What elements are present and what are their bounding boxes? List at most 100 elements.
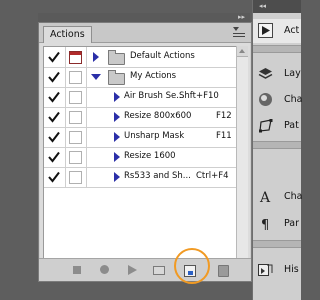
expand-arrow-icon[interactable] [114, 92, 120, 102]
action-label: Air Brush Se... [124, 91, 185, 101]
play-icon [258, 23, 273, 38]
dialog-toggle-icon[interactable] [69, 171, 82, 184]
dock-panel: ◂◂ Act Lay Cha Pat A Cha ¶ Par His [252, 0, 303, 300]
dock-item-actions[interactable]: Act [253, 19, 301, 43]
toggle-column [44, 47, 66, 67]
dialog-column [65, 107, 87, 127]
dialog-column [65, 147, 87, 167]
dialog-toggle-icon[interactable] [69, 91, 82, 104]
dock-item-channels[interactable]: Cha [253, 88, 303, 112]
checkmark-icon[interactable] [48, 171, 60, 183]
action-label: Resize 1600 [124, 151, 176, 161]
panel-top-strip[interactable]: ▸▸ [38, 13, 250, 22]
list-item[interactable]: Unsharp Mask F11 [44, 127, 236, 148]
actions-panel: Actions Default Actions My Actions Air B… [38, 22, 252, 282]
list-item[interactable]: Resize 800x600 F12 [44, 107, 236, 128]
channels-icon [258, 92, 273, 107]
dock-item-label: Act [284, 25, 300, 36]
dock-item-label: Lay [284, 68, 301, 79]
paths-icon [258, 118, 273, 133]
toggle-column [44, 147, 66, 167]
dock-item-history[interactable]: His [253, 258, 301, 282]
checkmark-icon[interactable] [48, 111, 60, 123]
actions-toolbar [39, 258, 251, 281]
toggle-column [44, 107, 66, 127]
dock-separator [253, 141, 301, 149]
dock-separator [253, 240, 301, 248]
scroll-up-icon[interactable] [237, 46, 248, 57]
toggle-column [44, 127, 66, 147]
dialog-toggle-icon[interactable] [69, 151, 82, 164]
record-icon[interactable] [100, 265, 109, 274]
collapse-arrow-icon[interactable] [91, 74, 101, 80]
checkmark-icon[interactable] [48, 91, 60, 103]
stop-icon[interactable] [73, 266, 81, 274]
action-shortcut: F11 [216, 131, 232, 141]
dock-item-character[interactable]: A Cha [253, 185, 303, 209]
dock-item-label: His [284, 264, 299, 275]
dialog-toggle-icon[interactable] [69, 71, 82, 84]
action-set-label: My Actions [130, 71, 177, 81]
dock-separator [253, 45, 301, 53]
checkmark-icon[interactable] [48, 131, 60, 143]
play-icon[interactable] [128, 265, 137, 275]
collapse-grip-icon[interactable]: ▸▸ [238, 14, 246, 21]
trash-icon[interactable] [218, 265, 229, 277]
list-item[interactable]: Rs533 and Sh... Ctrl+F4 [44, 167, 236, 188]
action-shortcut: Shft+F10 [179, 91, 219, 101]
expand-arrow-icon[interactable] [114, 132, 120, 142]
dialog-column [65, 87, 87, 107]
dialog-column [65, 167, 87, 187]
action-label: Rs533 and Sh... [124, 171, 191, 181]
character-icon: A [258, 189, 273, 206]
toggle-column [44, 87, 66, 107]
dialog-toggle-icon[interactable] [69, 131, 82, 144]
dock-item-label: Par [284, 218, 300, 229]
dock-item-layers[interactable]: Lay [253, 62, 301, 86]
dock-top-bar: ◂◂ [253, 0, 301, 13]
action-set-label: Default Actions [130, 51, 195, 61]
checkmark-icon[interactable] [48, 71, 60, 83]
dock-item-label: Cha [284, 191, 303, 202]
list-item[interactable]: Resize 1600 [44, 147, 236, 168]
checkmark-icon[interactable] [48, 151, 60, 163]
list-item[interactable]: My Actions [44, 67, 236, 88]
folder-icon [108, 50, 125, 65]
expand-arrow-icon[interactable] [114, 172, 120, 182]
list-item[interactable]: Air Brush Se... Shft+F10 [44, 87, 236, 108]
tab-actions[interactable]: Actions [43, 26, 92, 43]
svg-text:¶: ¶ [261, 218, 269, 231]
dock-item-label: Cha [284, 94, 303, 105]
expand-arrow-icon[interactable] [114, 112, 120, 122]
dialog-toggle-icon[interactable] [69, 111, 82, 124]
actions-list: Default Actions My Actions Air Brush Se.… [43, 46, 237, 260]
dialog-toggle-icon[interactable] [69, 51, 82, 64]
action-label: Unsharp Mask [124, 131, 185, 141]
history-icon [258, 262, 273, 277]
dock-item-paragraph[interactable]: ¶ Par [253, 212, 301, 236]
toggle-column [44, 67, 66, 87]
svg-text:A: A [259, 190, 271, 204]
new-set-folder-icon[interactable] [153, 266, 165, 275]
dock-item-label: Pat [284, 120, 299, 131]
panel-menu-icon[interactable] [233, 27, 245, 37]
action-label: Resize 800x600 [124, 111, 192, 121]
folder-icon [108, 70, 125, 85]
dock-grip-icon[interactable]: ◂◂ [259, 3, 299, 10]
paragraph-icon: ¶ [258, 216, 273, 233]
toggle-column [44, 167, 66, 187]
action-shortcut: Ctrl+F4 [196, 171, 229, 181]
dock-item-paths[interactable]: Pat [253, 114, 301, 138]
dialog-column [65, 47, 87, 67]
panel-tab-bar: Actions [39, 23, 251, 43]
dialog-column [65, 127, 87, 147]
highlight-ring [174, 248, 210, 284]
expand-arrow-icon[interactable] [93, 52, 99, 62]
checkmark-icon[interactable] [48, 51, 60, 63]
dialog-column [65, 67, 87, 87]
expand-arrow-icon[interactable] [114, 152, 120, 162]
scrollbar[interactable] [236, 46, 248, 276]
action-shortcut: F12 [216, 111, 232, 121]
layers-icon [258, 66, 273, 81]
list-item[interactable]: Default Actions [44, 47, 236, 68]
